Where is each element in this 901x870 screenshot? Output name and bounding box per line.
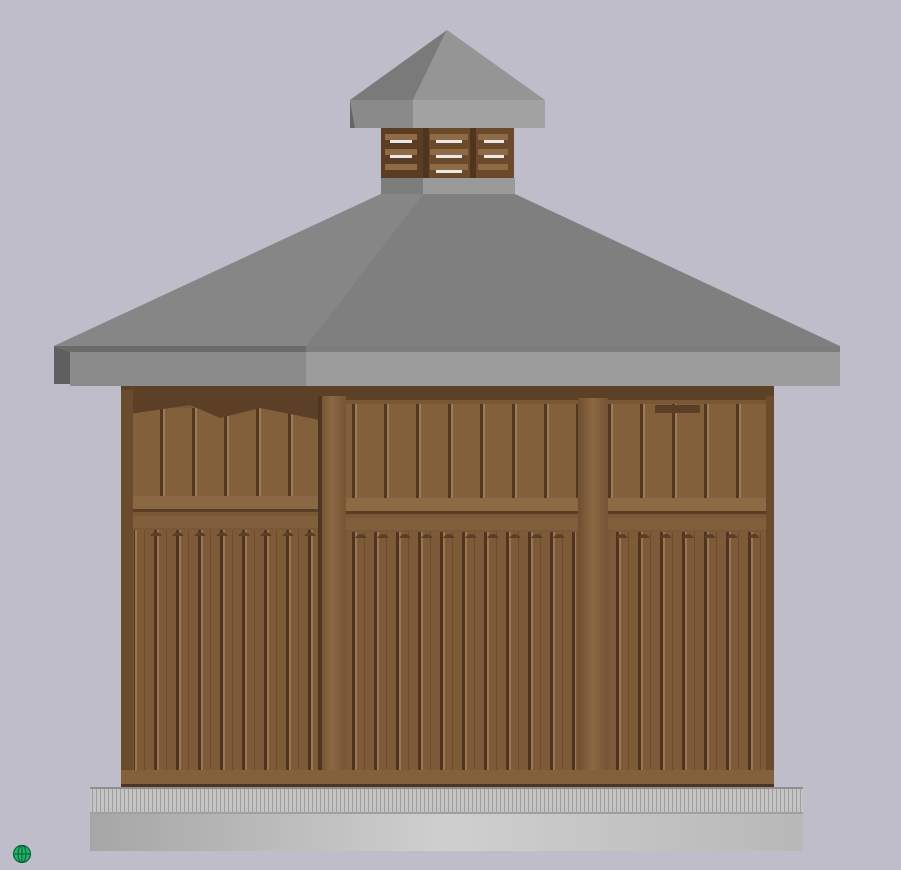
gazebo-walls <box>121 386 774 787</box>
main-roof <box>54 194 840 386</box>
cupola-roof <box>350 30 545 128</box>
globe-navigation-icon[interactable] <box>12 844 32 864</box>
3d-viewport[interactable] <box>0 0 901 870</box>
foundation-base <box>90 787 803 851</box>
cupola-louver-box <box>381 128 514 178</box>
gazebo-model-render[interactable] <box>0 0 901 870</box>
cupola-base <box>381 178 515 194</box>
